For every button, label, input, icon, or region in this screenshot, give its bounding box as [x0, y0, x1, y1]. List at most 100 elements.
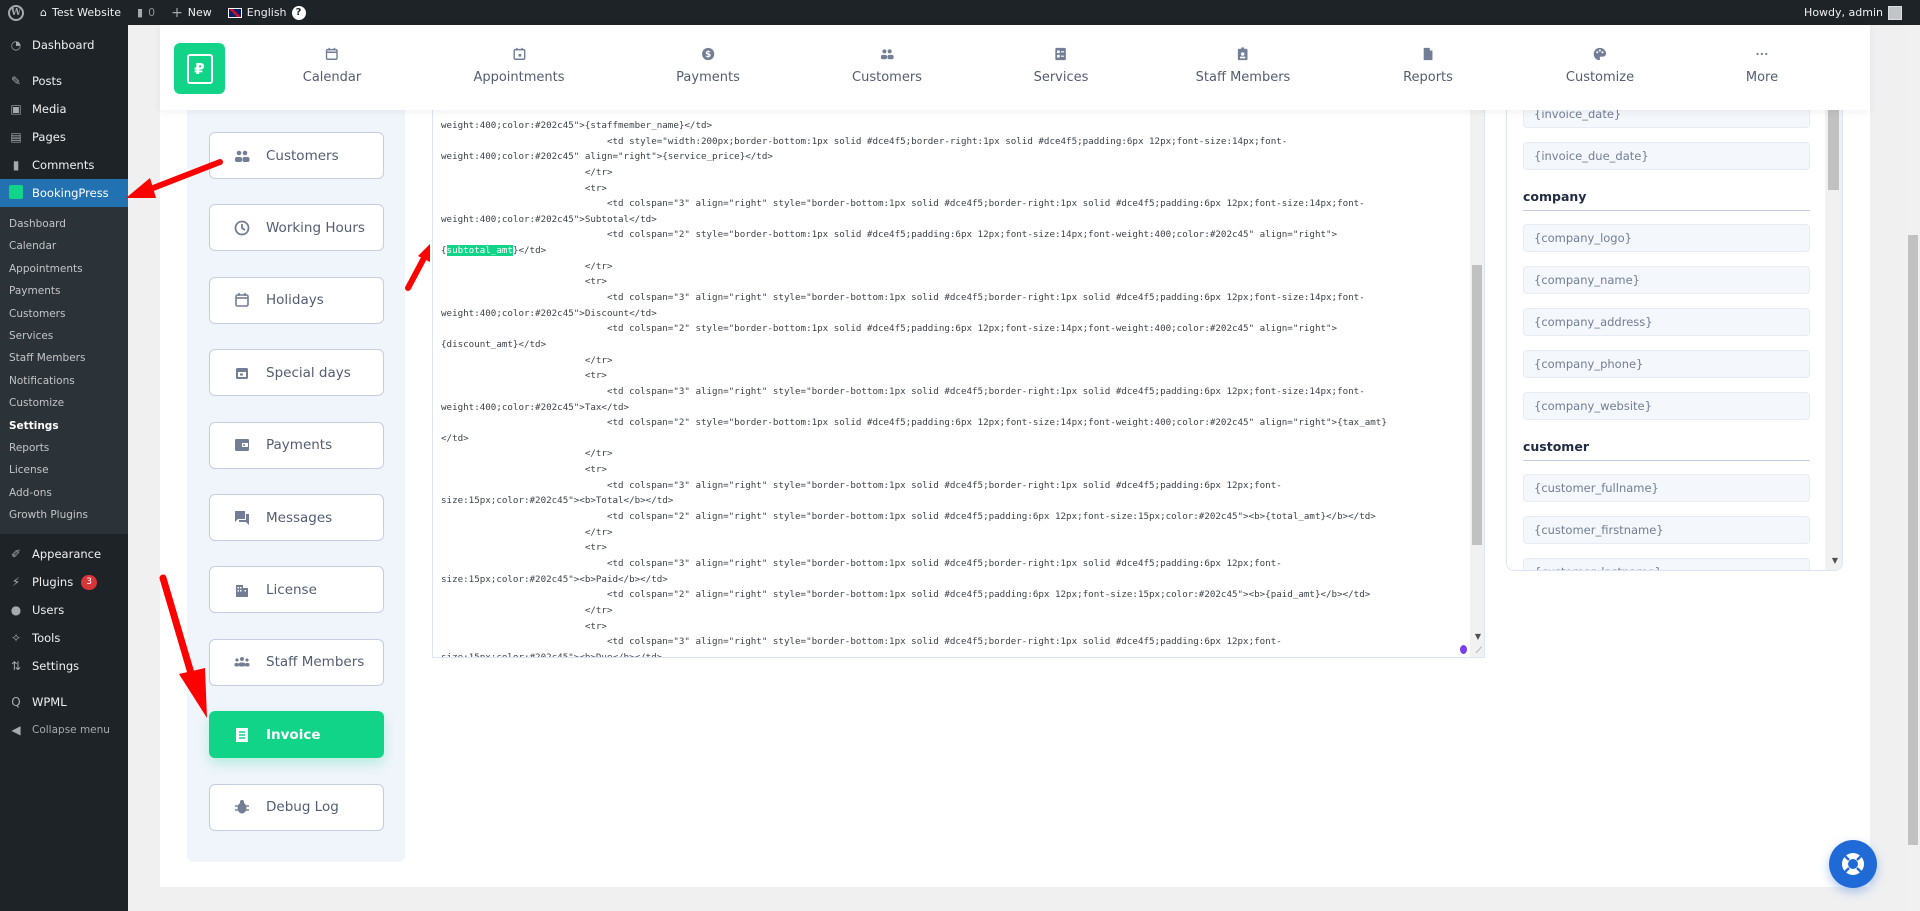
nav-staff-members[interactable]: Staff Members	[1196, 47, 1290, 85]
grammar-indicator-icon[interactable]	[1460, 645, 1467, 654]
menu-plugins[interactable]: ⚡ Plugins 3	[0, 568, 128, 596]
site-name-link[interactable]: ⌂ Test Website	[32, 0, 129, 25]
nav-customize[interactable]: Customize	[1566, 47, 1634, 85]
menu-pages[interactable]: ▤ Pages	[0, 123, 128, 151]
submenu-add-ons[interactable]: Add-ons	[0, 482, 128, 504]
menu-label: Comments	[32, 158, 95, 172]
wp-logo-button[interactable]: W	[0, 0, 32, 25]
calendar-icon	[325, 47, 339, 61]
menu-settings[interactable]: ⇅ Settings	[0, 652, 128, 680]
scroll-down-arrow-icon[interactable]: ▼	[1832, 556, 1838, 565]
language-switcher[interactable]: English ?	[220, 0, 314, 25]
code-line: <td colspan="3" align="right" style="bor…	[441, 636, 1282, 648]
menu-comments[interactable]: ▮ Comments	[0, 151, 128, 179]
calendar-icon	[235, 293, 249, 308]
menu-label: Pages	[32, 130, 66, 144]
code-line: <td colspan="2" style="border-bottom:1px…	[441, 323, 1338, 335]
dollar-icon: $	[701, 47, 715, 61]
help-question-icon[interactable]: ?	[291, 5, 306, 20]
settings-tab-holidays[interactable]: Holidays	[209, 276, 384, 324]
calendar-day-icon	[236, 367, 248, 379]
menu-tools[interactable]: ✧ Tools	[0, 624, 128, 652]
settings-tab-messages[interactable]: Messages	[209, 494, 384, 541]
placeholder-chip[interactable]: {company_logo}	[1523, 224, 1810, 252]
invoice-html-editor[interactable]: weight:400;color:#202c45">{staffmember_n…	[432, 110, 1485, 658]
submenu-appointments[interactable]: Appointments	[0, 258, 128, 280]
settings-tab-payments[interactable]: Payments	[209, 421, 384, 469]
placeholder-chip[interactable]: {invoice_date}	[1523, 110, 1810, 128]
placeholder-chip[interactable]: {invoice_due_date}	[1523, 142, 1810, 170]
help-button[interactable]	[1829, 840, 1877, 888]
language-label: English	[246, 6, 287, 19]
new-content-button[interactable]: + New	[163, 0, 220, 25]
placeholder-group-company: company	[1523, 189, 1810, 211]
placeholder-scrollbar-thumb[interactable]	[1828, 110, 1839, 190]
placeholder-scrollbar[interactable]: ▼	[1825, 110, 1842, 570]
menu-label: Dashboard	[32, 38, 95, 52]
submenu-payments[interactable]: Payments	[0, 280, 128, 302]
submenu-notifications[interactable]: Notifications	[0, 370, 128, 392]
nav-services[interactable]: Services	[1034, 47, 1088, 85]
nav-payments[interactable]: $ Payments	[676, 47, 740, 85]
page-scrollbar-thumb[interactable]	[1908, 235, 1918, 845]
settings-tab-license[interactable]: License	[209, 566, 384, 614]
submenu-staff-members[interactable]: Staff Members	[0, 347, 128, 369]
menu-media[interactable]: ▣ Media	[0, 95, 128, 123]
submenu-growth-plugins[interactable]: Growth Plugins	[0, 504, 128, 526]
menu-label: Appearance	[32, 547, 102, 562]
submenu-customers[interactable]: Customers	[0, 303, 128, 325]
menu-label: Media	[32, 102, 67, 116]
staff-icon	[234, 657, 250, 667]
nav-more[interactable]: More	[1746, 47, 1778, 85]
collapse-menu-button[interactable]: ◀ Collapse menu	[0, 716, 128, 744]
settings-tab-working-hours[interactable]: Working Hours	[209, 204, 384, 252]
menu-dashboard[interactable]: ◔ Dashboard	[0, 31, 128, 59]
nav-label: Calendar	[302, 70, 362, 85]
menu-posts[interactable]: ✎ Posts	[0, 67, 128, 95]
menu-wpml[interactable]: Q WPML	[0, 688, 128, 716]
comments-link[interactable]: ▮ 0	[129, 0, 163, 25]
editor-scrollbar[interactable]: ▼	[1470, 110, 1484, 657]
submenu-services[interactable]: Services	[0, 325, 128, 347]
my-account-menu[interactable]: Howdy, admin	[1796, 0, 1920, 25]
placeholder-chip[interactable]: {customer_lastname}	[1523, 558, 1810, 570]
placeholder-chip[interactable]: {company_website}	[1523, 392, 1810, 420]
menu-users[interactable]: ● Users	[0, 596, 128, 624]
settings-tab-customers[interactable]: Customers	[209, 132, 384, 179]
settings-tab-staff-members[interactable]: Staff Members	[209, 638, 384, 686]
placeholder-chip[interactable]: {company_phone}	[1523, 350, 1810, 378]
code-line: {subtotal_amt}</td>	[441, 245, 547, 257]
code-line: <td colspan="3" align="right" style="bor…	[441, 385, 1365, 397]
settings-tab-debug-log[interactable]: Debug Log	[209, 783, 384, 831]
placeholder-chip[interactable]: {customer_firstname}	[1523, 516, 1810, 544]
menu-bookingpress[interactable]: BookingPress	[0, 179, 128, 207]
code-line: size:15px;color:#202c45"><b>Paid</b></td…	[441, 573, 668, 585]
placeholder-chip[interactable]: {customer_fullname}	[1523, 474, 1810, 502]
bookingpress-logo[interactable]: ₽	[174, 43, 225, 94]
nav-customers[interactable]: Customers	[852, 47, 922, 85]
settings-tab-invoice[interactable]: Invoice	[209, 711, 384, 759]
nav-appointments[interactable]: Appointments	[473, 47, 565, 85]
placeholder-chip[interactable]: {company_name}	[1523, 266, 1810, 294]
submenu-dashboard[interactable]: Dashboard	[0, 213, 128, 235]
nav-calendar[interactable]: Calendar	[303, 47, 361, 85]
settings-tab-special-days[interactable]: Special days	[209, 349, 384, 397]
tab-label: Special days	[266, 364, 351, 381]
code-line: </tr>	[441, 448, 613, 460]
submenu-settings[interactable]: Settings	[0, 415, 128, 437]
submenu-customize[interactable]: Customize	[0, 392, 128, 414]
resize-handle-icon[interactable]: ⟋	[1476, 646, 1482, 656]
avatar	[1888, 5, 1902, 20]
submenu-reports[interactable]: Reports	[0, 437, 128, 459]
nav-reports[interactable]: Reports	[1403, 47, 1453, 85]
submenu-calendar[interactable]: Calendar	[0, 235, 128, 257]
code-line: <td colspan="3" align="right" style="bor…	[441, 292, 1365, 304]
scroll-down-arrow-icon[interactable]: ▼	[1475, 632, 1481, 641]
placeholder-chip[interactable]: {company_address}	[1523, 308, 1810, 336]
editor-scrollbar-thumb[interactable]	[1472, 265, 1482, 545]
submenu-license[interactable]: License	[0, 459, 128, 481]
page-scrollbar[interactable]	[1906, 25, 1920, 911]
appointment-icon	[512, 47, 526, 61]
code-line: </td>	[441, 432, 469, 444]
menu-appearance[interactable]: ✐ Appearance	[0, 540, 128, 568]
